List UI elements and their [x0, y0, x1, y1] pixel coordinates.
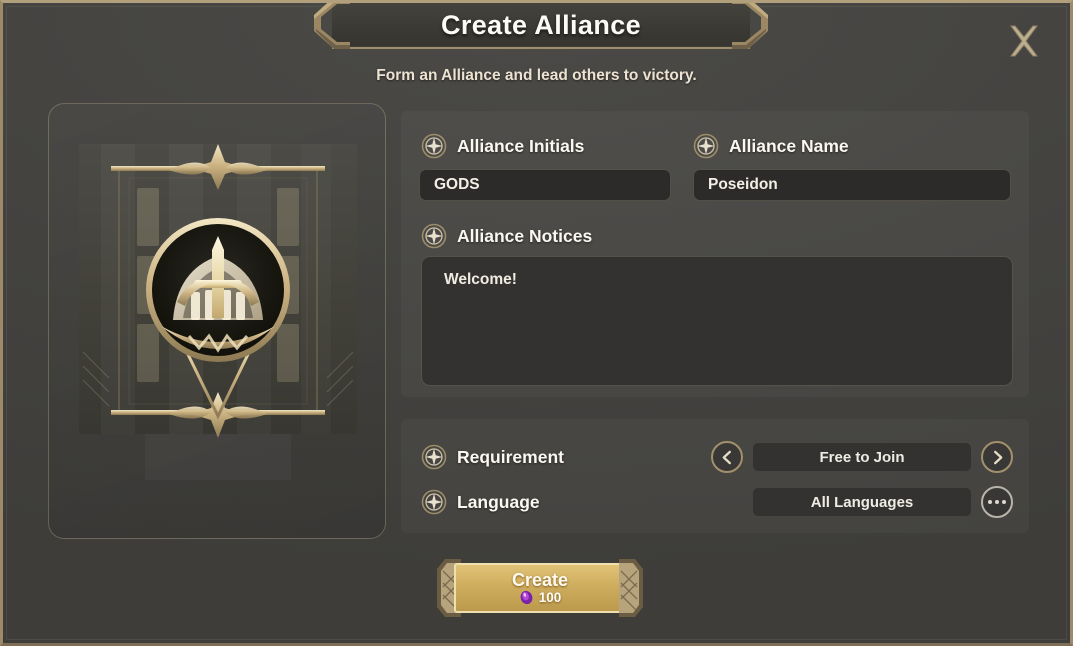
- star-bullet-icon: [421, 133, 447, 159]
- alliance-notices-label-row: Alliance Notices: [421, 223, 592, 249]
- alliance-emblem[interactable]: [48, 103, 386, 539]
- alliance-name-label: Alliance Name: [729, 135, 849, 156]
- create-button-cap-right-icon: [619, 559, 643, 617]
- create-button-face[interactable]: Create 100: [454, 563, 626, 613]
- close-icon: [1010, 25, 1038, 57]
- alliance-notices-label: Alliance Notices: [457, 225, 593, 246]
- chevron-left-icon: [722, 450, 731, 464]
- alliance-settings-panel: Requirement Free to Join Language All La…: [401, 419, 1029, 533]
- create-button-cost: 100: [519, 589, 562, 605]
- language-label-row: Language: [421, 489, 711, 515]
- chevron-right-icon: [993, 450, 1002, 464]
- star-bullet-icon: [693, 133, 719, 159]
- alliance-name-input-wrap[interactable]: Poseidon: [693, 169, 1011, 201]
- alliance-name-label-row: Alliance Name: [693, 133, 849, 159]
- requirement-next-button[interactable]: [981, 441, 1013, 473]
- create-button-cost-value: 100: [538, 589, 562, 605]
- requirement-row: Requirement Free to Join: [421, 439, 1013, 475]
- requirement-prev-button[interactable]: [711, 441, 743, 473]
- star-bullet-icon: [421, 444, 447, 470]
- title-banner: Create Alliance: [308, 3, 774, 49]
- close-button[interactable]: [998, 15, 1050, 67]
- language-label: Language: [457, 491, 540, 512]
- language-more-button[interactable]: [981, 486, 1013, 518]
- ellipsis-dot: [995, 500, 999, 504]
- create-alliance-dialog: Create Alliance Form an Alliance and lea…: [0, 0, 1073, 646]
- alliance-notices-textarea[interactable]: Welcome!: [421, 256, 1013, 386]
- language-value[interactable]: All Languages: [753, 488, 971, 516]
- star-bullet-icon: [421, 489, 447, 515]
- create-button[interactable]: Create 100: [437, 559, 643, 617]
- dialog-subtitle: Form an Alliance and lead others to vict…: [376, 67, 697, 84]
- alliance-initials-input-wrap[interactable]: GODS: [419, 169, 671, 201]
- requirement-label: Requirement: [457, 446, 564, 467]
- alliance-initials-label-row: Alliance Initials: [421, 133, 584, 159]
- alliance-name-input[interactable]: Poseidon: [693, 169, 1011, 201]
- language-row: Language All Languages: [421, 484, 1013, 520]
- ellipsis-dot: [1002, 500, 1006, 504]
- gem-icon: [520, 590, 533, 605]
- alliance-info-panel: Alliance Initials GODS Alliance Name Pos…: [401, 111, 1029, 397]
- requirement-value[interactable]: Free to Join: [753, 443, 971, 471]
- ellipsis-dot: [988, 500, 992, 504]
- create-button-label: Create: [511, 570, 569, 590]
- requirement-label-row: Requirement: [421, 444, 711, 470]
- alliance-initials-input[interactable]: GODS: [419, 169, 671, 201]
- star-bullet-icon: [421, 223, 447, 249]
- page-title: Create Alliance: [440, 9, 642, 40]
- alliance-initials-label: Alliance Initials: [457, 135, 585, 156]
